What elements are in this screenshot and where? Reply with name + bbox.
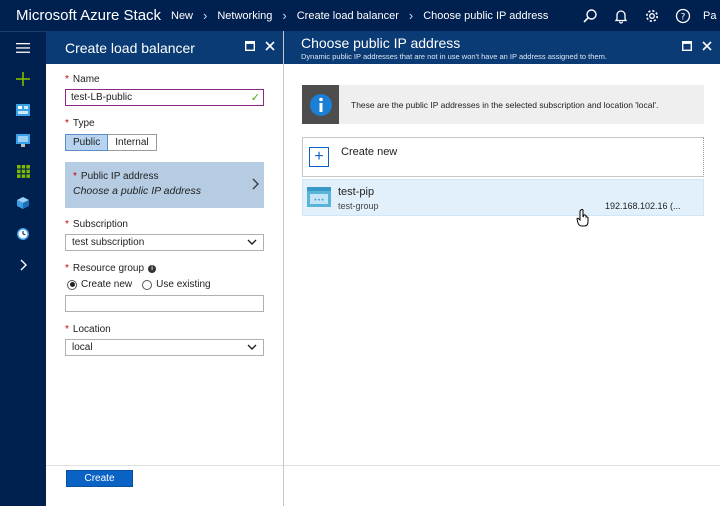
blade-footer-divider — [284, 465, 720, 466]
maximize-icon[interactable] — [243, 39, 257, 53]
clock-icon[interactable] — [0, 218, 46, 249]
subscription-dropdown[interactable]: test subscription — [65, 234, 264, 251]
public-ip-label: * Public IP address — [73, 171, 159, 182]
resource-group-options: Create new Use existing — [67, 279, 211, 290]
required-marker: * — [65, 324, 69, 335]
chevron-down-icon — [247, 342, 257, 353]
type-label: * Type — [65, 118, 95, 129]
blade-header: Create load balancer — [46, 31, 283, 64]
chevron-right-icon — [251, 177, 259, 195]
required-marker: * — [65, 219, 69, 230]
required-marker: * — [65, 118, 69, 129]
public-ip-selector[interactable]: * Public IP address Choose a public IP ad… — [65, 162, 264, 208]
radio-use-existing-label: Use existing — [156, 279, 211, 290]
choose-public-ip-blade: Choose public IP address Dynamic public … — [284, 31, 720, 506]
public-ip-resource-group: test-group — [338, 201, 379, 211]
info-banner: These are the public IP addresses in the… — [302, 85, 704, 124]
blade-header: Choose public IP address Dynamic public … — [284, 31, 720, 64]
resource-group-label: * Resource group i — [65, 263, 157, 274]
dashboard-icon[interactable] — [0, 94, 46, 125]
create-load-balancer-blade: Create load balancer * Name test-LB-publi… — [46, 31, 284, 506]
svg-text:•••: ••• — [314, 197, 325, 204]
breadcrumb-create-load-balancer[interactable]: Create load balancer — [297, 10, 399, 22]
top-bar: Microsoft Azure Stack New › Networking ›… — [0, 0, 720, 31]
location-dropdown[interactable]: local — [65, 339, 264, 356]
monitor-icon[interactable] — [0, 125, 46, 156]
info-banner-text: These are the public IP addresses in the… — [351, 99, 659, 110]
type-internal-button[interactable]: Internal — [108, 134, 157, 151]
blade-footer-divider — [46, 465, 283, 466]
create-new-label: Create new — [341, 146, 398, 158]
resource-group-input[interactable] — [65, 295, 264, 312]
notifications-icon[interactable] — [605, 0, 636, 31]
breadcrumb: New › Networking › Create load balancer … — [171, 8, 548, 23]
create-button[interactable]: Create — [66, 470, 133, 487]
portal-brand[interactable]: Microsoft Azure Stack — [0, 7, 171, 24]
public-ip-address: 192.168.102.16 (... — [605, 201, 681, 211]
help-icon[interactable]: ? — [667, 0, 698, 31]
maximize-icon[interactable] — [680, 39, 694, 53]
settings-icon[interactable] — [636, 0, 667, 31]
public-ip-icon: ••• — [307, 187, 331, 212]
required-marker: * — [65, 263, 69, 274]
breadcrumb-choose-public-ip[interactable]: Choose public IP address — [423, 10, 548, 22]
location-label: * Location — [65, 324, 111, 335]
hamburger-menu-icon[interactable] — [0, 32, 46, 63]
all-resources-icon[interactable] — [0, 156, 46, 187]
info-icon[interactable]: i — [148, 264, 157, 273]
left-nav-rail — [0, 31, 46, 506]
list-item[interactable]: ••• test-pip test-group 192.168.102.16 (… — [302, 179, 704, 216]
blade-title: Choose public IP address — [301, 34, 461, 51]
create-new-ip-button[interactable]: + Create new — [302, 137, 704, 177]
cube-icon[interactable] — [0, 187, 46, 218]
breadcrumb-networking[interactable]: Networking — [217, 10, 272, 22]
type-toggle: Public Internal — [65, 134, 157, 151]
expand-chevron-icon[interactable] — [0, 249, 46, 280]
subscription-value: test subscription — [72, 237, 145, 248]
breadcrumb-separator-icon: › — [203, 8, 208, 23]
type-public-button[interactable]: Public — [65, 134, 109, 151]
hand-cursor-icon — [576, 209, 590, 232]
blade-title: Create load balancer — [65, 39, 195, 56]
close-icon[interactable] — [263, 39, 277, 53]
breadcrumb-separator-icon: › — [408, 8, 414, 23]
info-icon — [302, 85, 339, 124]
required-marker: * — [65, 74, 69, 85]
public-ip-name: test-pip — [338, 186, 375, 198]
location-value: local — [72, 342, 93, 353]
blade-subtitle: Dynamic public IP addresses that are not… — [301, 51, 607, 61]
user-account[interactable]: Pa — [698, 0, 720, 31]
name-input-value: test-LB-public — [71, 92, 133, 103]
radio-use-existing[interactable] — [142, 279, 153, 290]
radio-create-new-label: Create new — [81, 279, 133, 290]
close-icon[interactable] — [700, 39, 714, 53]
search-icon[interactable] — [574, 0, 605, 31]
public-ip-value: Choose a public IP address — [73, 185, 202, 197]
valid-check-icon: ✓ — [250, 92, 260, 104]
plus-icon: + — [309, 147, 329, 167]
radio-create-new[interactable] — [67, 279, 77, 290]
breadcrumb-separator-icon: › — [282, 8, 287, 23]
name-label: * Name — [65, 74, 100, 85]
subscription-label: * Subscription — [65, 219, 128, 230]
name-input[interactable]: test-LB-public ✓ — [65, 89, 264, 106]
new-plus-icon[interactable] — [0, 63, 46, 94]
chevron-down-icon — [247, 237, 257, 248]
breadcrumb-new[interactable]: New — [171, 10, 193, 22]
svg-text:?: ? — [680, 12, 685, 22]
required-marker: * — [73, 171, 77, 182]
